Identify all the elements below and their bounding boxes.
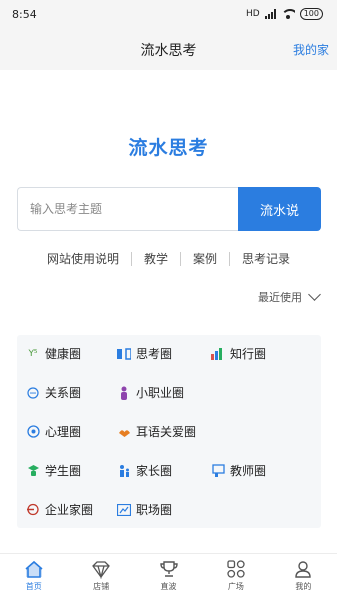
circle-label: 关系圈 [45,386,82,400]
network-label: HD [246,9,260,19]
link-teaching[interactable]: 教学 [144,250,168,267]
tab-label: 首页 [25,582,42,591]
quick-links: 网站使用说明 教学 案例 思考记录 [0,250,337,267]
parent-icon [117,464,131,478]
entrepreneur-icon [26,503,40,517]
search-row: 流水说 [17,187,321,231]
circle-label: 知行圈 [230,347,267,361]
tab-label: 我的 [295,582,312,591]
tab-label: 广场 [227,582,244,591]
trophy-icon [159,561,178,577]
chevron-down-icon [308,288,321,301]
search-input[interactable] [17,187,238,231]
tab-square[interactable]: 广场 [202,554,269,600]
chat-icon [26,386,40,400]
circle-health[interactable]: Y⁵ 健康圈 [26,345,81,362]
student-icon [26,464,40,478]
thinking-icon [117,347,131,361]
status-time: 8:54 [12,8,37,21]
wifi-icon [280,9,295,19]
divider [130,251,132,266]
teacher-icon [211,464,225,478]
circle-student[interactable]: 学生圈 [26,462,81,479]
recent-toggle[interactable]: 最近使用 [258,288,321,305]
circle-teacher[interactable]: 教师圈 [211,462,266,479]
circle-label: 教师圈 [230,464,267,478]
tab-label: 直波 [160,582,177,591]
circle-thinking[interactable]: 思考圈 [117,345,172,362]
page-title: 流水思考 [140,43,197,59]
grid-icon [227,560,245,578]
circle-label: 小职业圈 [136,386,185,400]
divider [229,251,231,266]
circle-label: 耳语关爱圈 [136,425,197,439]
circle-label: 职场圈 [136,503,173,517]
circle-knowledge[interactable]: 知行圈 [211,345,266,362]
workplace-icon [117,503,131,517]
tab-mine[interactable]: 我的 [270,554,337,600]
nav-bar: 流水思考 我的家 [0,30,337,70]
profile-icon [295,561,312,578]
person-icon [117,386,131,400]
link-records[interactable]: 思考记录 [242,250,290,267]
link-cases[interactable]: 案例 [193,250,217,267]
home-icon [25,560,43,578]
status-icons: HD 100 [246,8,323,20]
bottom-tab-bar: 首页 店铺 直波 广场 我的 [0,553,337,600]
tab-home[interactable]: 首页 [0,554,67,600]
circles-panel: Y⁵ 健康圈 思考圈 知行圈 关系圈 小职业圈 心理圈 耳语关爱圈 学生圈 家长… [17,335,321,528]
status-bar: 8:54 HD 100 [0,0,337,30]
my-home-link[interactable]: 我的家 [293,41,329,58]
search-button[interactable]: 流水说 [238,187,321,231]
diamond-icon [92,561,110,579]
circle-small-career[interactable]: 小职业圈 [117,384,184,401]
mind-icon [26,425,40,439]
health-icon: Y⁵ [28,348,38,359]
circle-label: 健康圈 [45,347,82,361]
circle-parent[interactable]: 家长圈 [117,462,172,479]
circle-label: 思考圈 [136,347,173,361]
circle-whisper-care[interactable]: 耳语关爱圈 [117,423,196,440]
signal-icon [264,9,276,19]
divider [180,251,181,266]
circle-relationship[interactable]: 关系圈 [26,384,81,401]
knowledge-icon [211,347,225,361]
recent-label: 最近使用 [258,291,302,304]
circle-workplace[interactable]: 职场圈 [117,501,172,518]
tab-label: 店铺 [93,582,110,591]
circle-label: 家长圈 [136,464,173,478]
circle-label: 学生圈 [45,464,82,478]
circle-label: 心理圈 [45,425,82,439]
circle-psychology[interactable]: 心理圈 [26,423,81,440]
circle-entrepreneur[interactable]: 企业家圈 [26,501,93,518]
circle-label: 企业家圈 [45,503,94,517]
battery-icon: 100 [299,8,323,20]
tab-live[interactable]: 直波 [135,554,202,600]
tab-shop[interactable]: 店铺 [67,554,134,600]
link-site-guide[interactable]: 网站使用说明 [47,250,119,267]
care-icon [117,425,131,439]
brand-title: 流水思考 [128,137,209,159]
